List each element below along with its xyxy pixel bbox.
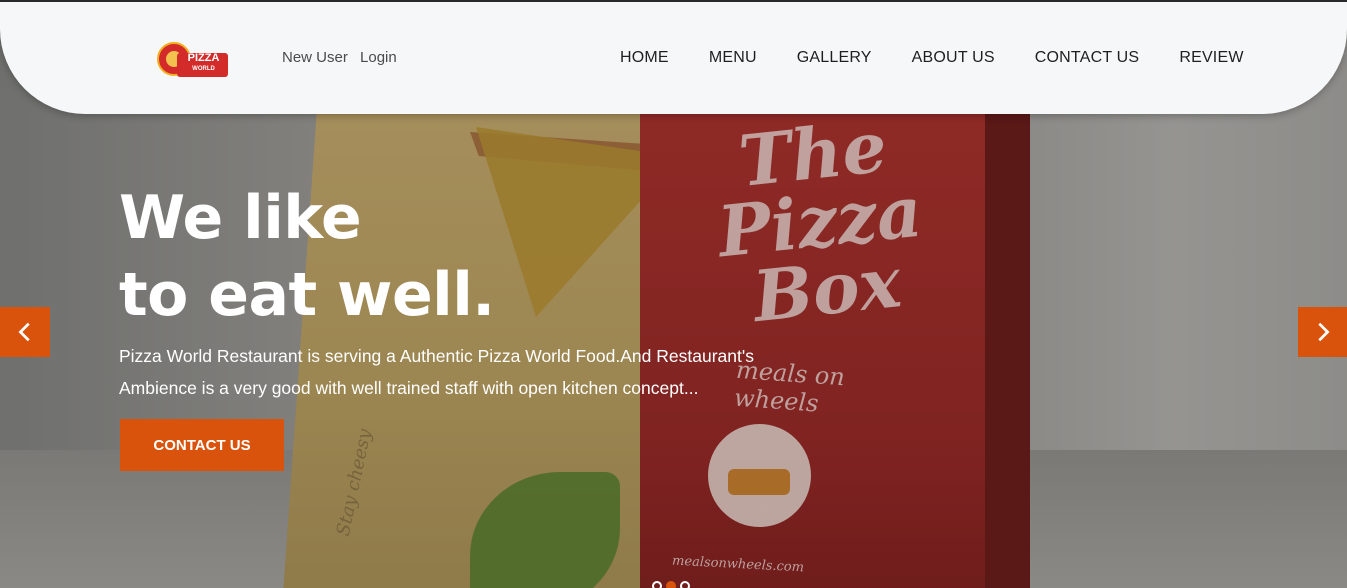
hero-headline-line2: to eat well.	[119, 260, 495, 330]
delivery-truck-badge	[708, 424, 811, 527]
nav-about-us[interactable]: ABOUT US	[912, 49, 995, 67]
hero-description: Pizza World Restaurant is serving a Auth…	[119, 346, 754, 398]
nav-gallery[interactable]: GALLERY	[797, 49, 872, 67]
chevron-left-icon	[18, 322, 30, 342]
pizza-box-title-print: The Pizza Box	[714, 104, 926, 339]
carousel-indicator-active[interactable]	[666, 581, 676, 588]
logo-word: PIZZA	[187, 52, 220, 64]
chevron-right-icon	[1318, 322, 1330, 342]
pizza-box-red-side	[985, 112, 1030, 588]
logo-subword: WORLD	[192, 66, 215, 72]
login-link[interactable]: Login	[360, 49, 397, 66]
main-nav: HOME MENU GALLERY ABOUT US CONTACT US RE…	[620, 49, 1244, 67]
nav-menu[interactable]: MENU	[709, 49, 757, 67]
carousel-next-button[interactable]	[1298, 307, 1347, 357]
nav-contact-us[interactable]: CONTACT US	[1035, 49, 1140, 67]
hero-headline-line1: We like	[119, 183, 362, 253]
carousel-indicator[interactable]	[652, 581, 662, 588]
nav-home[interactable]: HOME	[620, 49, 669, 67]
new-user-link[interactable]: New User	[282, 49, 348, 66]
nav-review[interactable]: REVIEW	[1179, 49, 1243, 67]
auth-links: New User Login	[282, 49, 397, 66]
brand-logo[interactable]: PIZZA WORLD	[157, 42, 229, 78]
carousel-indicator[interactable]	[680, 581, 690, 588]
carousel-prev-button[interactable]	[0, 307, 50, 357]
page: The Pizza Box meals on wheels mealsonwhe…	[0, 0, 1347, 588]
navbar: PIZZA WORLD New User Login HOME MENU GAL…	[0, 2, 1347, 114]
contact-us-button[interactable]: CONTACT US	[120, 419, 284, 471]
hero-headline: We like to eat well.	[119, 180, 495, 334]
carousel-indicators	[652, 581, 690, 588]
